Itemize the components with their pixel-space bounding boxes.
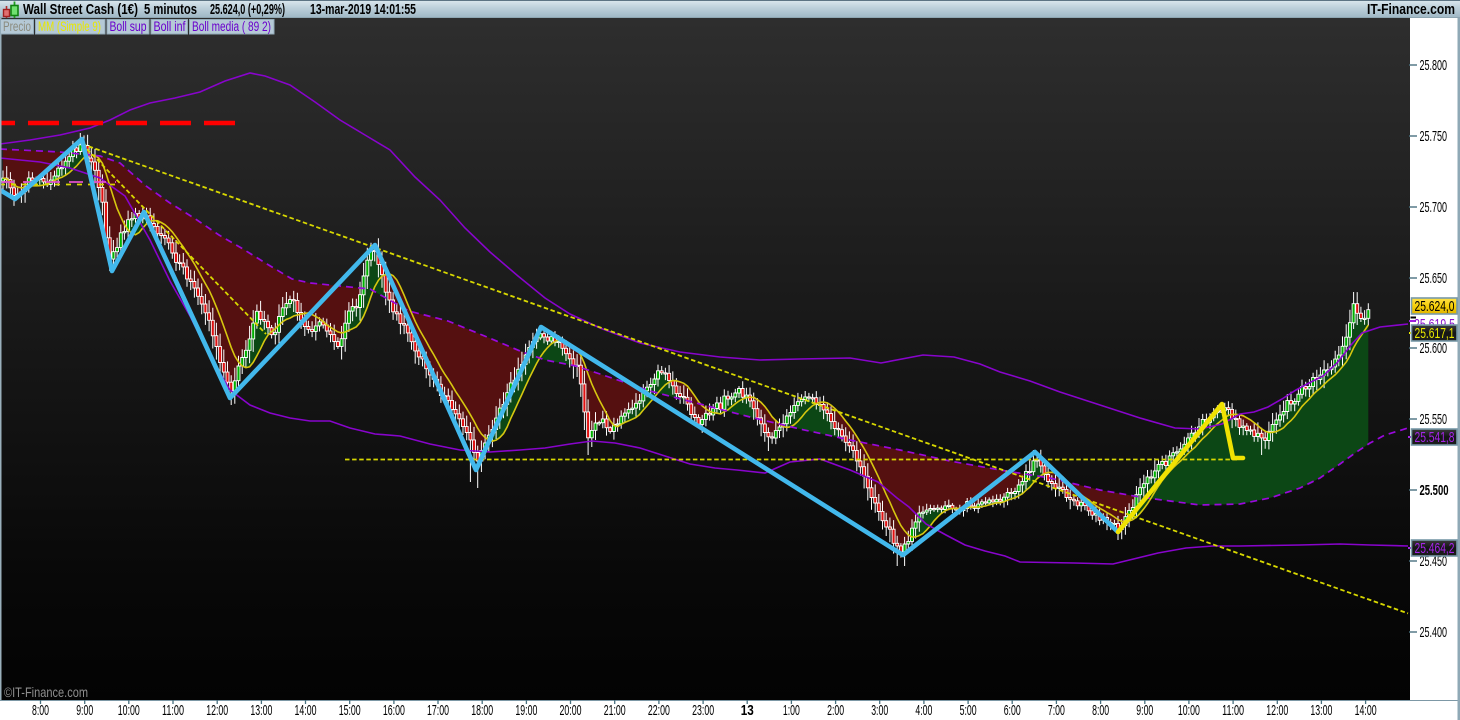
svg-text:11:00: 11:00: [1222, 702, 1244, 719]
svg-text:12:00: 12:00: [1266, 702, 1288, 719]
svg-text:25.464,2: 25.464,2: [1415, 540, 1455, 557]
svg-text:25.624,0: 25.624,0: [1415, 298, 1455, 315]
svg-text:13:00: 13:00: [250, 702, 272, 719]
svg-text:17:00: 17:00: [427, 702, 449, 719]
svg-text:Boll inf: Boll inf: [154, 19, 186, 34]
svg-text:10:00: 10:00: [1178, 702, 1200, 719]
svg-text:5 minutos: 5 minutos: [144, 1, 197, 18]
svg-text:Boll sup: Boll sup: [110, 19, 147, 34]
svg-text:25.617,1: 25.617,1: [1415, 325, 1455, 342]
svg-text:25.400: 25.400: [1420, 624, 1448, 641]
svg-text:25.550: 25.550: [1420, 411, 1448, 428]
svg-text:20:00: 20:00: [560, 702, 582, 719]
svg-text:3:00: 3:00: [871, 702, 888, 719]
svg-text:25.750: 25.750: [1420, 128, 1448, 145]
svg-text:10:00: 10:00: [118, 702, 140, 719]
svg-text:14:00: 14:00: [1355, 702, 1377, 719]
svg-text:16:00: 16:00: [383, 702, 405, 719]
svg-text:Precio: Precio: [3, 19, 31, 34]
svg-text:18:00: 18:00: [471, 702, 493, 719]
svg-text:25.800: 25.800: [1420, 57, 1448, 74]
svg-text:23:00: 23:00: [692, 702, 714, 719]
svg-text:13: 13: [741, 702, 754, 719]
svg-text:12:00: 12:00: [206, 702, 228, 719]
svg-text:19:00: 19:00: [515, 702, 537, 719]
svg-text:25.624,0 (+0,29%): 25.624,0 (+0,29%): [210, 1, 285, 18]
svg-text:21:00: 21:00: [604, 702, 626, 719]
svg-text:13-mar-2019 14:01:55: 13-mar-2019 14:01:55: [310, 1, 416, 18]
svg-text:7:00: 7:00: [1048, 702, 1065, 719]
svg-text:14:00: 14:00: [295, 702, 317, 719]
svg-text:25.600: 25.600: [1420, 340, 1448, 357]
svg-text:15:00: 15:00: [339, 702, 361, 719]
svg-text:9:00: 9:00: [1136, 702, 1153, 719]
svg-text:22:00: 22:00: [648, 702, 670, 719]
svg-text:8:00: 8:00: [32, 702, 49, 719]
svg-text:Boll media ( 89 2): Boll media ( 89 2): [192, 19, 271, 34]
svg-text:IT-Finance.com: IT-Finance.com: [1367, 1, 1455, 18]
svg-text:1:00: 1:00: [783, 702, 800, 719]
svg-text:25.541,8: 25.541,8: [1415, 429, 1455, 446]
svg-text:8:00: 8:00: [1092, 702, 1109, 719]
svg-text:25.500: 25.500: [1420, 482, 1449, 499]
svg-text:25.700: 25.700: [1420, 199, 1448, 216]
svg-text:25.650: 25.650: [1420, 270, 1448, 287]
svg-text:11:00: 11:00: [162, 702, 184, 719]
svg-text:9:00: 9:00: [76, 702, 93, 719]
svg-text:MM (Simple 9): MM (Simple 9): [38, 19, 101, 34]
svg-text:6:00: 6:00: [1004, 702, 1021, 719]
svg-text:13:00: 13:00: [1310, 702, 1332, 719]
svg-text:4:00: 4:00: [915, 702, 932, 719]
svg-text:Wall Street Cash (1€): Wall Street Cash (1€): [23, 1, 138, 18]
svg-text:5:00: 5:00: [960, 702, 977, 719]
svg-text:2:00: 2:00: [827, 702, 844, 719]
svg-text:©IT-Finance.com: ©IT-Finance.com: [4, 684, 88, 700]
